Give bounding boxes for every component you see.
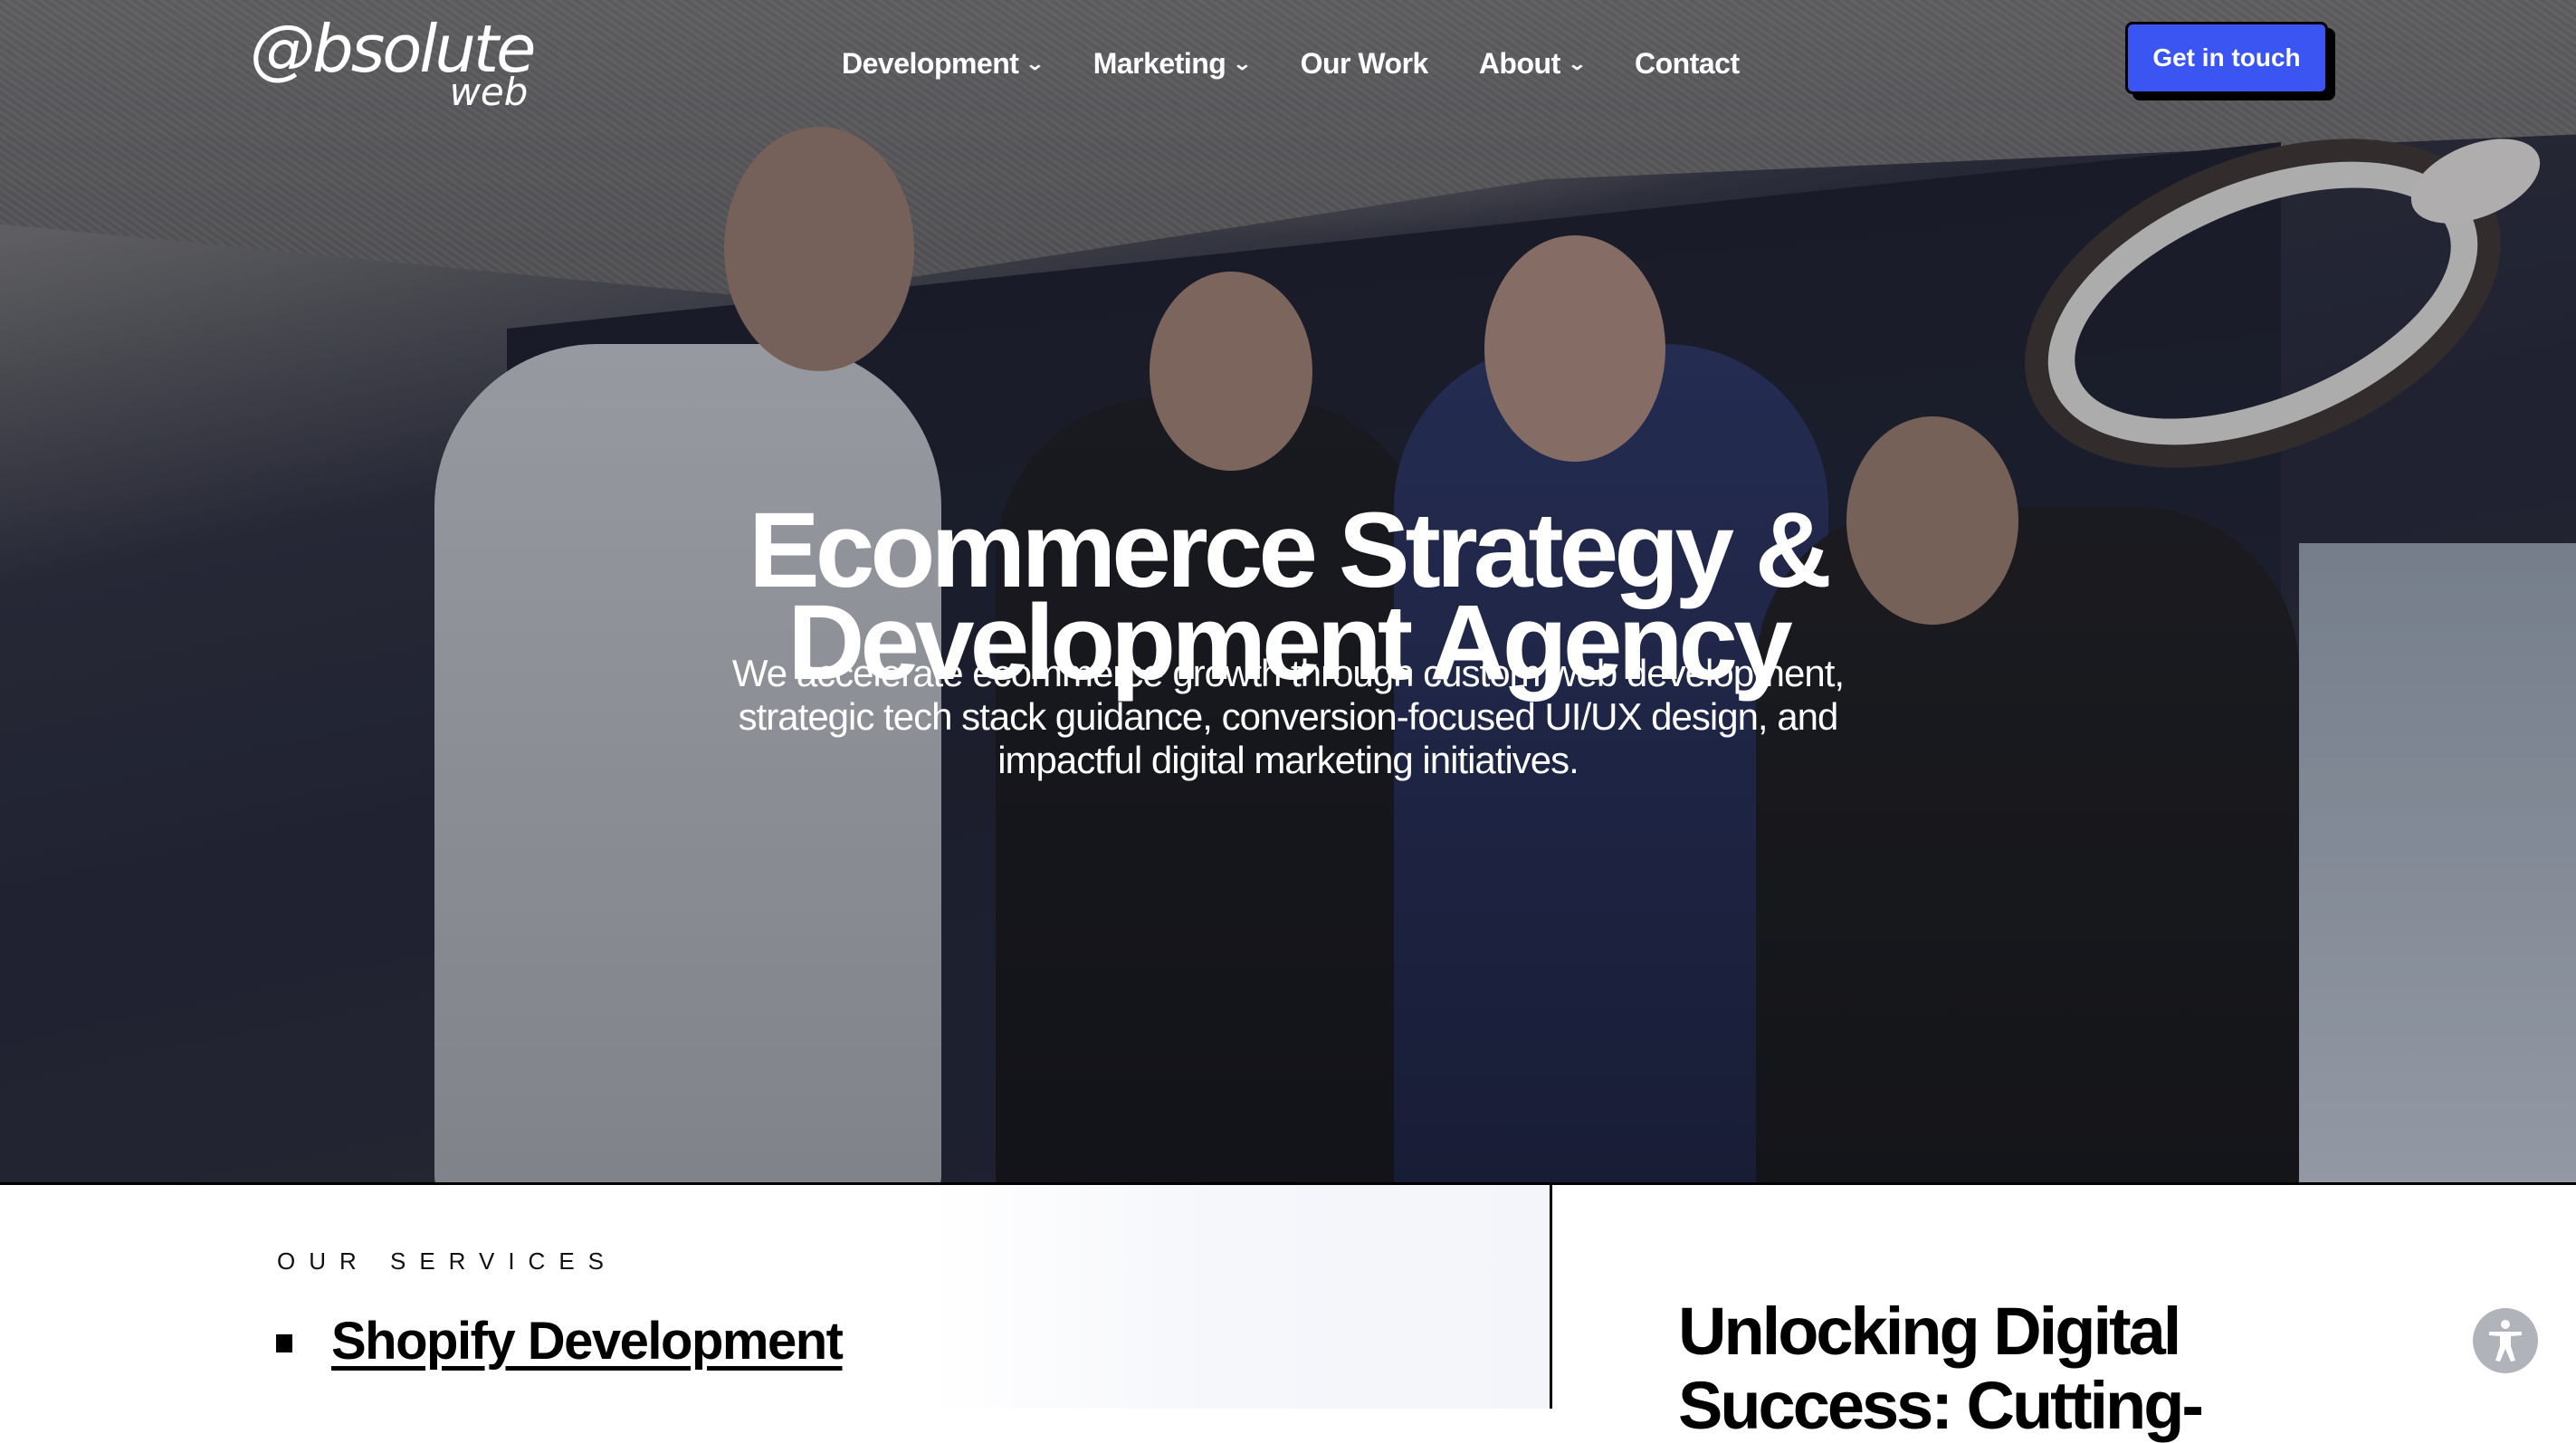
menu-item-development[interactable]: Development ⌄ [842,42,1045,85]
chevron-down-icon: ⌄ [1025,53,1045,74]
main-menu: Development ⌄ Marketing ⌄ Our Work About… [842,42,1790,85]
menu-item-label: About [1478,46,1560,80]
services-panel [0,1185,1550,1409]
article-title: Unlocking Digital Success: Cutting- [1678,1294,2204,1443]
chevron-down-icon: ⌄ [1567,53,1587,74]
accessibility-button[interactable] [2473,1308,2538,1373]
menu-item-about[interactable]: About ⌄ [1478,42,1587,85]
chevron-down-icon: ⌄ [1232,53,1253,74]
menu-item-contact[interactable]: Contact [1635,42,1740,85]
services-eyebrow: OUR SERVICES [277,1247,618,1275]
menu-item-label: Marketing [1092,46,1226,80]
hero-subheadline: We accelerate ecommerce growth through c… [731,652,1845,781]
menu-item-our-work[interactable]: Our Work [1300,42,1429,85]
menu-item-label: Development [842,46,1019,80]
accessibility-icon [2489,1320,2522,1362]
logo[interactable]: @bsolute web [250,16,536,111]
menu-item-marketing[interactable]: Marketing ⌄ [1092,42,1253,85]
list-bullet [276,1334,292,1352]
menu-item-label: Contact [1634,46,1740,80]
menu-item-label: Our Work [1300,46,1429,80]
service-link-shopify-development[interactable]: Shopify Development [331,1311,844,1371]
get-in-touch-button[interactable]: Get in touch [2125,22,2328,94]
top-navigation: @bsolute web Development ⌄ Marketing ⌄ O… [0,0,2576,127]
